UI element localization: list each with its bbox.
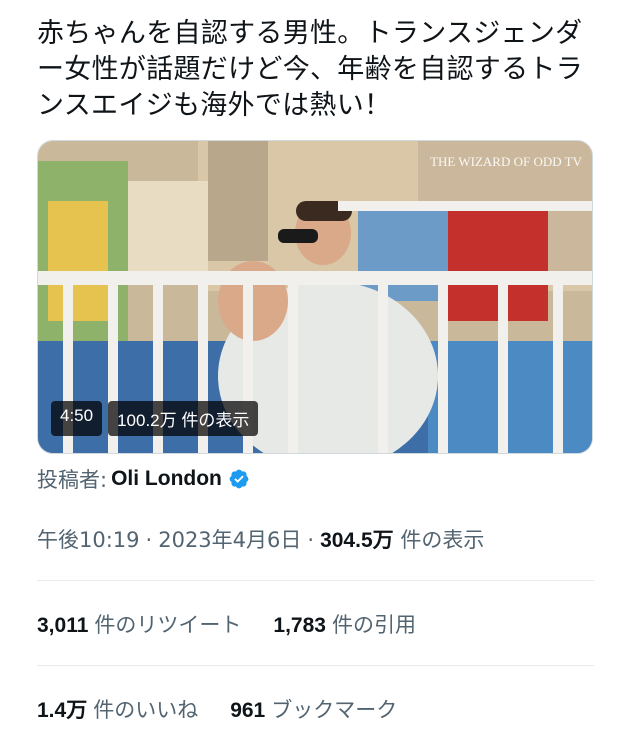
quotes-stat[interactable]: 1,783 件の引用 xyxy=(273,609,416,639)
tweet-text: 赤ちゃんを自認する男性。トランスジェンダー女性が話題だけど今、年齢を自認するトラ… xyxy=(37,18,583,121)
verified-badge-icon xyxy=(229,469,249,489)
retweets-count: 3,011 xyxy=(37,614,89,637)
divider xyxy=(37,665,594,666)
author-name-link[interactable]: Oli London xyxy=(111,467,222,491)
divider xyxy=(37,580,594,581)
watermark-logo: THE WIZARD OF ODD TV xyxy=(430,154,582,169)
tweet-view-count: 304.5万 xyxy=(320,529,394,552)
meta-separator: · xyxy=(145,528,153,552)
tweet-date[interactable]: 2023年4月6日 xyxy=(158,524,301,554)
likes-label: 件のいいね xyxy=(93,698,199,722)
author-label: 投稿者: xyxy=(37,468,108,492)
author-row: 投稿者: Oli London xyxy=(37,464,250,494)
video-duration: 4:50 xyxy=(51,401,103,436)
quotes-label: 件の引用 xyxy=(331,613,416,637)
likes-stat[interactable]: 1.4万 件のいいね xyxy=(37,694,198,724)
stats-row-shares: 3,011 件のリツイート 1,783 件の引用 xyxy=(37,609,448,639)
stats-row-engagement: 1.4万 件のいいね 961 ブックマーク xyxy=(37,694,429,724)
retweets-stat[interactable]: 3,011 件のリツイート xyxy=(37,609,241,639)
meta-separator: · xyxy=(307,528,315,552)
video-badges: 4:50 100.2万 件の表示 xyxy=(51,401,259,436)
bookmarks-count: 961 xyxy=(230,699,266,722)
video-player[interactable]: THE WIZARD OF ODD TV 4:50 100.2万 件の表示 xyxy=(37,140,593,454)
bookmarks-stat[interactable]: 961 ブックマーク xyxy=(230,694,397,724)
video-view-count: 100.2万 件の表示 xyxy=(108,401,259,436)
tweet-time[interactable]: 午後10:19 xyxy=(37,524,140,554)
bookmarks-label: ブックマーク xyxy=(271,698,398,722)
quotes-count: 1,783 xyxy=(273,614,326,637)
tweet-view-label: 件の表示 xyxy=(400,528,485,552)
tweet-meta: 午後10:19 · 2023年4月6日 · 304.5万 件の表示 xyxy=(37,524,484,554)
retweets-label: 件のリツイート xyxy=(94,613,242,637)
likes-count: 1.4万 xyxy=(37,699,88,722)
